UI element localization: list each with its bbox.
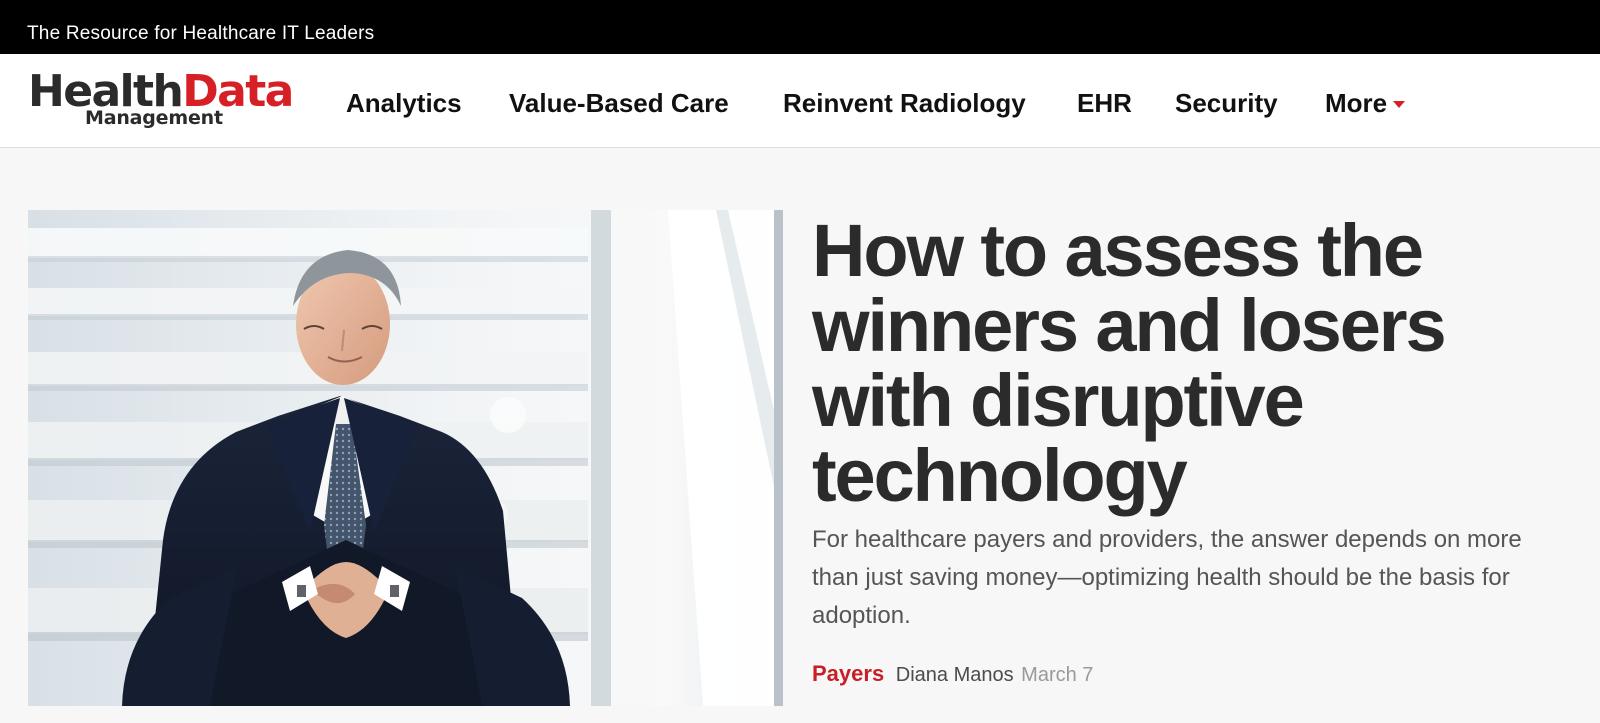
chevron-down-icon bbox=[1393, 100, 1406, 108]
article-author-link[interactable]: Diana Manos bbox=[896, 664, 1014, 686]
nav-item-security[interactable]: Security bbox=[1175, 88, 1278, 118]
article-hero-image[interactable] bbox=[28, 210, 783, 706]
article-meta: Payers Diana Manos March 7 bbox=[812, 661, 1093, 688]
article-headline[interactable]: How to assess the winners and losers wit… bbox=[812, 213, 1547, 513]
site-logo[interactable]: HealthData Management bbox=[28, 70, 294, 132]
article-category-link[interactable]: Payers bbox=[812, 661, 884, 686]
nav-item-more[interactable]: More bbox=[1325, 88, 1406, 118]
nav-item-value-based-care[interactable]: Value-Based Care bbox=[509, 88, 729, 118]
nav-item-analytics[interactable]: Analytics bbox=[346, 88, 462, 118]
article-dek: For healthcare payers and providers, the… bbox=[812, 526, 1522, 629]
article-date: March 7 bbox=[1021, 664, 1094, 686]
more-label: More bbox=[1325, 88, 1388, 118]
hero-photo-illustration bbox=[28, 210, 783, 706]
nav-item-reinvent-radiology[interactable]: Reinvent Radiology bbox=[783, 88, 1026, 118]
nav-item-ehr[interactable]: EHR bbox=[1077, 88, 1132, 118]
main-navigation: HealthData Management Analytics Value-Ba… bbox=[0, 54, 1600, 148]
top-banner: The Resource for Healthcare IT Leaders bbox=[0, 0, 1600, 54]
site-tagline: The Resource for Healthcare IT Leaders bbox=[27, 23, 375, 44]
logo-management-text: Management bbox=[85, 107, 223, 129]
